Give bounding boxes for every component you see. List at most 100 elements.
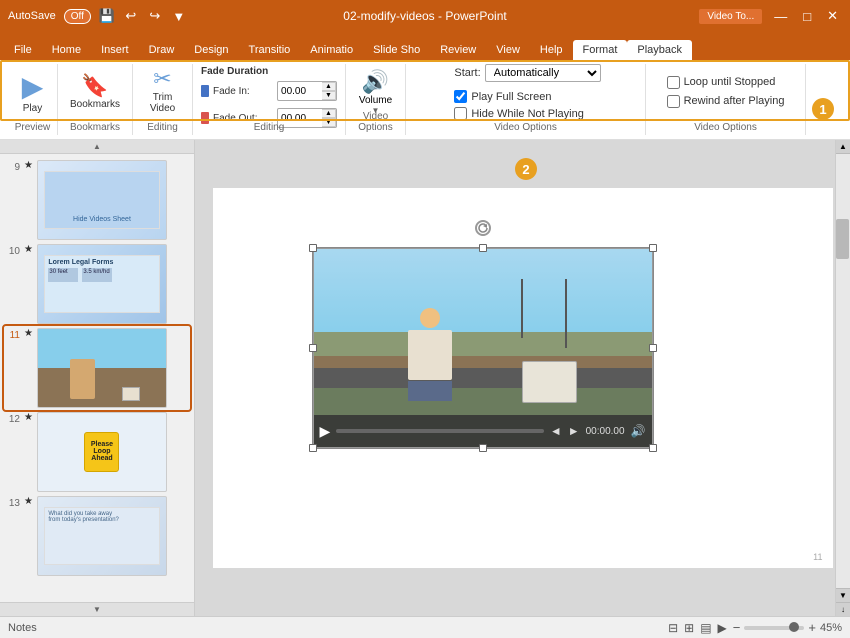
- slide-thumb-13[interactable]: What did you take awayfrom today's prese…: [37, 496, 167, 576]
- title-bar: AutoSave Off 💾 ↩ ↪ ▼ 02-modify-videos - …: [0, 0, 850, 32]
- canvas-scroll-down[interactable]: ▼: [836, 588, 850, 602]
- canvas-scroll-end[interactable]: ↓: [836, 602, 850, 616]
- slideshow-btn[interactable]: ▶: [718, 621, 727, 635]
- slide-thumb-12[interactable]: PleaseLoopAhead: [37, 412, 167, 492]
- tab-view[interactable]: View: [486, 40, 530, 60]
- normal-view-btn[interactable]: ⊟: [668, 621, 678, 635]
- fade-title: Fade Duration: [201, 66, 268, 77]
- rewind-after-playing-row[interactable]: Rewind after Playing: [667, 95, 785, 108]
- slide-thumb-11[interactable]: [37, 328, 167, 408]
- fade-in-down[interactable]: ▼: [322, 91, 336, 100]
- slide-star-10: ★: [24, 244, 33, 255]
- customize-icon[interactable]: ▼: [171, 8, 187, 24]
- tab-design[interactable]: Design: [184, 40, 238, 60]
- tab-review[interactable]: Review: [430, 40, 486, 60]
- ribbon-tabs: File Home Insert Draw Design Transitio A…: [0, 32, 850, 60]
- title-bar-left: AutoSave Off 💾 ↩ ↪ ▼: [8, 8, 187, 24]
- rewind-after-playing-label: Rewind after Playing: [684, 95, 785, 107]
- video-options-col: Start: Automatically On Click When Click…: [454, 64, 600, 120]
- slide-item-12[interactable]: 12 ★ PleaseLoopAhead: [4, 410, 190, 494]
- slide-item-13[interactable]: 13 ★ What did you take awayfrom today's …: [4, 494, 190, 578]
- status-left: Notes: [8, 622, 37, 634]
- slide-num-11: 11: [6, 328, 20, 341]
- slide-item-11[interactable]: 11 ★: [4, 326, 190, 410]
- video-container[interactable]: ▶ ◄ ► 00:00.00 🔊: [313, 248, 653, 448]
- rotate-handle[interactable]: [475, 220, 491, 236]
- video-controls: ▶ ◄ ► 00:00.00 🔊: [314, 415, 652, 447]
- slide-canvas-area: 2: [195, 140, 850, 616]
- loop-until-stopped-checkbox[interactable]: [667, 76, 680, 89]
- hide-while-not-playing-row[interactable]: Hide While Not Playing: [454, 107, 600, 120]
- slide-thumb-10[interactable]: Lorem Legal Forms 30 feet 3.5 km/hd: [37, 244, 167, 324]
- volume-button[interactable]: 🔊 Volume ▼: [359, 69, 392, 115]
- play-full-screen-row[interactable]: Play Full Screen: [454, 90, 600, 103]
- trim-label: TrimVideo: [150, 92, 175, 114]
- trim-video-button[interactable]: ✂ TrimVideo: [146, 64, 179, 116]
- tab-animations[interactable]: Animatio: [300, 40, 363, 60]
- zoom-bar: − + 45%: [733, 620, 842, 635]
- slide-number: 11: [813, 552, 822, 562]
- loop-group-label: Video Options: [646, 122, 805, 133]
- slide-item-10[interactable]: 10 ★ Lorem Legal Forms 30 feet 3.5 km/hd: [4, 242, 190, 326]
- tab-transitions[interactable]: Transitio: [239, 40, 301, 60]
- fade-in-up[interactable]: ▲: [322, 82, 336, 91]
- slide-canvas: ▶ ◄ ► 00:00.00 🔊: [213, 188, 833, 568]
- zoom-minus-btn[interactable]: −: [733, 620, 741, 635]
- close-btn[interactable]: ✕: [823, 8, 842, 24]
- tab-help[interactable]: Help: [530, 40, 573, 60]
- status-right: ⊟ ⊞ ▤ ▶ − + 45%: [668, 620, 842, 635]
- slide-thumb-9[interactable]: Hide Videos Sheet: [37, 160, 167, 240]
- video-skip-fwd-btn[interactable]: ►: [568, 424, 580, 438]
- ribbon-group-fade: Fade Duration Fade In: ▲ ▼ Fade Out:: [193, 64, 346, 135]
- tab-home[interactable]: Home: [42, 40, 91, 60]
- slide-num-9: 9: [6, 160, 20, 173]
- tab-insert[interactable]: Insert: [91, 40, 139, 60]
- tab-playback[interactable]: Playback: [627, 40, 692, 60]
- autosave-toggle[interactable]: Off: [64, 9, 91, 24]
- hide-while-not-playing-checkbox[interactable]: [454, 107, 467, 120]
- bookmarks-button[interactable]: 🔖 Bookmarks: [66, 71, 124, 112]
- fade-group-label: Editing: [193, 122, 345, 133]
- video-options-group-label: Video Options: [406, 122, 645, 133]
- tab-draw[interactable]: Draw: [139, 40, 185, 60]
- minimize-btn[interactable]: —: [770, 9, 791, 24]
- badge-1: 1: [812, 98, 834, 120]
- fade-out-up[interactable]: ▲: [322, 109, 336, 118]
- start-select[interactable]: Automatically On Click When Clicked On: [485, 64, 601, 82]
- play-button[interactable]: ▶ Play: [18, 68, 48, 116]
- redo-icon[interactable]: ↪: [147, 8, 163, 24]
- zoom-slider[interactable]: [744, 626, 804, 630]
- canvas-scroll-thumb[interactable]: [836, 219, 849, 259]
- reading-view-btn[interactable]: ▤: [700, 621, 711, 635]
- fade-in-input[interactable]: [278, 85, 322, 98]
- ribbon-group-loop-rewind: Loop until Stopped Rewind after Playing …: [646, 64, 806, 135]
- fade-in-label: Fade In:: [213, 86, 273, 97]
- fade-in-color-bar: [201, 85, 209, 97]
- slide-panel-scroll-up[interactable]: ▲: [0, 140, 194, 154]
- slide-sorter-btn[interactable]: ⊞: [684, 621, 694, 635]
- play-full-screen-checkbox[interactable]: [454, 90, 467, 103]
- tab-slideshow[interactable]: Slide Sho: [363, 40, 430, 60]
- slide-panel-scroll-down[interactable]: ▼: [0, 602, 194, 616]
- canvas-scroll-up[interactable]: ▲: [836, 140, 850, 154]
- fade-in-spinner: ▲ ▼: [322, 82, 336, 100]
- video-progress-bar[interactable]: [336, 429, 544, 433]
- zoom-plus-btn[interactable]: +: [808, 620, 816, 635]
- maximize-btn[interactable]: □: [799, 9, 815, 24]
- video-context-tab[interactable]: Video To...: [699, 9, 762, 24]
- video-play-btn[interactable]: ▶: [320, 423, 331, 440]
- tab-file[interactable]: File: [4, 40, 42, 60]
- rewind-after-playing-checkbox[interactable]: [667, 95, 680, 108]
- notes-btn[interactable]: Notes: [8, 622, 37, 634]
- zoom-slider-thumb[interactable]: [789, 622, 799, 632]
- autosave-label: AutoSave: [8, 10, 56, 22]
- slide-item-9[interactable]: 9 ★ Hide Videos Sheet: [4, 158, 190, 242]
- volume-label: Volume: [359, 95, 392, 106]
- save-icon[interactable]: 💾: [99, 8, 115, 24]
- video-skip-back-btn[interactable]: ◄: [550, 424, 562, 438]
- title-bar-right: Video To... — □ ✕: [699, 8, 842, 24]
- tab-format[interactable]: Format: [573, 40, 628, 60]
- loop-until-stopped-row[interactable]: Loop until Stopped: [667, 76, 776, 89]
- undo-icon[interactable]: ↩: [123, 8, 139, 24]
- video-volume-icon[interactable]: 🔊: [631, 424, 646, 438]
